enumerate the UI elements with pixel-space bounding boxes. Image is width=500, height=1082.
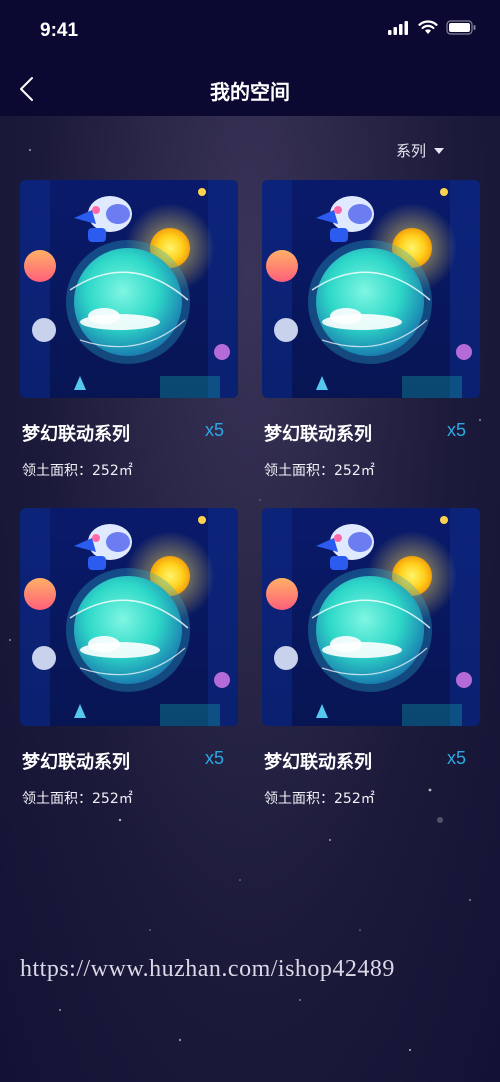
card-quantity: x5 — [204, 420, 224, 440]
status-time: 9:41 — [40, 20, 79, 41]
space-globe-illustration — [20, 508, 238, 726]
collection-card[interactable]: 梦幻联动系列 x5 领土面积：252㎡ — [262, 180, 480, 479]
card-territory-area: 领土面积：252㎡ — [22, 791, 133, 807]
card-artwork — [262, 508, 480, 726]
card-quantity: x5 — [204, 748, 224, 768]
card-quantity: x5 — [446, 420, 466, 440]
collection-card[interactable]: 梦幻联动系列 x5 领土面积：252㎡ — [20, 180, 238, 479]
caret-down-icon — [434, 147, 444, 154]
filter-label: 系列 — [395, 142, 426, 160]
card-series-name: 梦幻联动系列 — [22, 424, 130, 445]
card-territory-area: 领土面积：252㎡ — [264, 463, 375, 479]
watermark-url: https://www.huzhan.com/ishop42489 — [20, 956, 395, 982]
card-territory-area: 领土面积：252㎡ — [22, 463, 133, 479]
navigation-bar: 我的空间 — [0, 62, 500, 116]
collection-card[interactable]: 梦幻联动系列 x5 领土面积：252㎡ — [262, 508, 480, 807]
card-artwork — [262, 180, 480, 398]
wifi-icon — [418, 20, 438, 34]
signal-icon — [388, 20, 408, 35]
card-artwork — [20, 180, 238, 398]
card-series-name: 梦幻联动系列 — [264, 424, 372, 445]
card-series-name: 梦幻联动系列 — [264, 752, 372, 773]
battery-icon — [446, 20, 476, 35]
collection-card[interactable]: 梦幻联动系列 x5 领土面积：252㎡ — [20, 508, 238, 807]
status-bar: 9:41 — [0, 0, 500, 62]
page-title: 我的空间 — [210, 80, 290, 104]
space-globe-illustration — [262, 508, 480, 726]
status-icons — [388, 20, 476, 35]
card-quantity: x5 — [446, 748, 466, 768]
space-globe-illustration — [262, 180, 480, 398]
series-filter-dropdown[interactable]: 系列 — [396, 140, 444, 161]
card-territory-area: 领土面积：252㎡ — [264, 791, 375, 807]
space-globe-illustration — [20, 180, 238, 398]
card-series-name: 梦幻联动系列 — [22, 752, 130, 773]
card-artwork — [20, 508, 238, 726]
